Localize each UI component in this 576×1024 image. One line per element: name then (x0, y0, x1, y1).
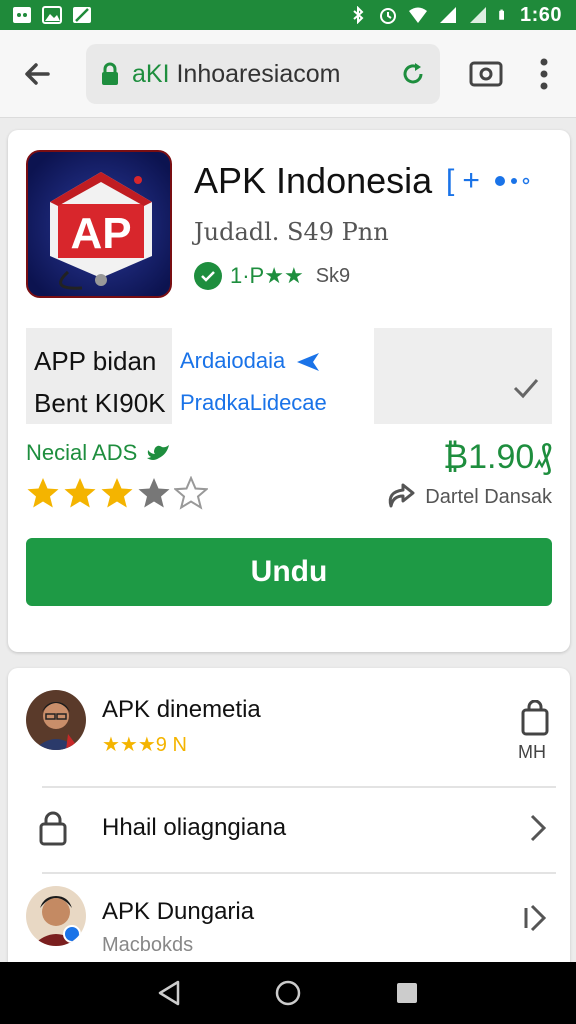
star-icon (174, 476, 208, 510)
info-labels: APP bidan Bent KI90K (26, 328, 172, 424)
list-item-action-label: MH (518, 742, 546, 762)
list-item-rating: ★★★9 N (102, 734, 187, 756)
check-icon[interactable] (512, 376, 540, 400)
social-link[interactable]: Necial ADS (26, 440, 171, 466)
social-label: Necial ADS (26, 440, 138, 465)
url-path: Inhoaresiacom (169, 59, 341, 88)
bird-icon (147, 445, 170, 460)
star-icon (27, 478, 59, 508)
url-bar[interactable]: aKI Inhoaresiacom (86, 44, 440, 104)
info-values: Ardaiodaia PradkaLidecae (172, 328, 374, 424)
lock-icon (39, 811, 67, 846)
signal-icon (439, 7, 456, 23)
browser-toolbar: aKI Inhoaresiacom (0, 30, 576, 118)
url-text[interactable]: aKI Inhoaresiacom (132, 60, 400, 89)
nav-home-icon[interactable] (273, 978, 303, 1008)
status-bar: 1:60 (0, 0, 576, 30)
clock: 1:60 (519, 3, 562, 26)
list-item-title: APK Dungaria (102, 898, 255, 925)
add-button[interactable]: + (462, 164, 480, 198)
avatar (26, 690, 86, 750)
info-value[interactable]: Ardaiodaia (180, 340, 374, 382)
app-icon-text: AP (70, 209, 131, 258)
star-icon (101, 478, 133, 508)
bag-icon[interactable] (520, 700, 550, 736)
forward-icon[interactable] (520, 902, 550, 934)
info-value-text: Ardaiodaia (180, 348, 286, 373)
price: ₿1.90₰ (442, 438, 552, 476)
info-label: Bent KI90K (34, 388, 166, 418)
list-item[interactable]: APK dinemetia ★★★9 N MH (8, 682, 570, 784)
app-card: AP APK Indonesia [ + Judadl. S49 Pnn 1·P… (8, 130, 570, 652)
share-row[interactable]: Dartel Dansak (383, 480, 552, 514)
wifi-icon (408, 7, 427, 23)
lock-icon (102, 62, 118, 85)
nav-back-icon[interactable] (154, 978, 184, 1008)
share-label: Dartel Dansak (425, 485, 552, 508)
developer-name[interactable]: Judadl. S49 Pnn (194, 218, 389, 246)
status-left (12, 6, 92, 24)
blocked-icon (73, 7, 91, 23)
info-label: APP bidan (34, 346, 157, 376)
star-icon (64, 478, 96, 508)
back-arrow-icon[interactable] (18, 54, 58, 94)
bracket-glyph: [ (446, 164, 455, 197)
share-icon (389, 483, 415, 508)
app-icon[interactable]: AP (26, 150, 172, 298)
related-list: APK dinemetia ★★★9 N MH Hhail oliagngian… (8, 668, 570, 968)
info-checkbox-area[interactable] (374, 328, 552, 424)
app-title: APK Indonesia (194, 160, 433, 201)
list-item-title: Hhail oliagngiana (102, 814, 287, 841)
nav-recents-icon[interactable] (392, 978, 422, 1008)
reload-icon[interactable] (400, 61, 426, 87)
system-nav-bar (0, 962, 576, 1024)
star-rating (26, 476, 208, 510)
avatar (26, 886, 86, 946)
rating-summary: 1·P★★ Sk9 (194, 262, 350, 290)
image-icon (42, 6, 62, 24)
info-value[interactable]: PradkaLidecae (180, 382, 374, 424)
rating-label: 1·P★★ (230, 263, 304, 288)
app-logo-graphic: AP (28, 152, 170, 296)
signal-icon (469, 7, 486, 23)
more-dots-icon[interactable] (494, 174, 534, 188)
tab-icon[interactable] (468, 58, 504, 90)
list-item-subtitle: Macbokds (102, 934, 194, 956)
list-item[interactable]: Hhail oliagngiana (39, 786, 556, 870)
title-actions: [ + (446, 164, 534, 198)
send-icon (297, 353, 320, 372)
install-button[interactable]: Undu (26, 538, 552, 606)
list-item[interactable]: APK Dungaria Macbokds (26, 872, 556, 968)
verified-badge-icon (194, 262, 222, 290)
battery-icon (499, 9, 504, 20)
status-right: 1:60 (348, 4, 562, 27)
info-box: APP bidan Bent KI90K Ardaiodaia PradkaLi… (26, 328, 552, 424)
notification-icon (13, 7, 31, 23)
star-icon (138, 478, 170, 508)
rating-count: Sk9 (315, 264, 351, 287)
more-vert-icon[interactable] (532, 54, 556, 94)
bluetooth-icon (353, 6, 364, 24)
chevron-right-icon[interactable] (528, 812, 548, 844)
url-host: aKI (132, 59, 170, 88)
alarm-icon (379, 8, 396, 24)
list-item-title: APK dinemetia (102, 696, 261, 723)
